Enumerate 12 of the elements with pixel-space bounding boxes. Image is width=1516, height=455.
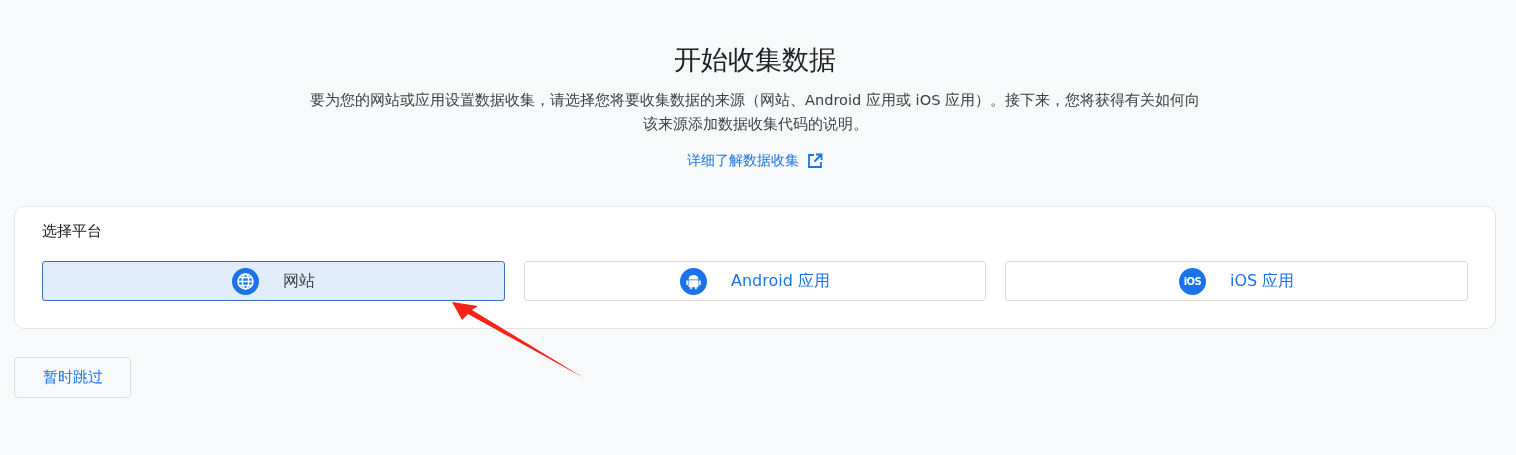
platform-button[interactable]: iOS iOS 应用: [1005, 261, 1468, 301]
ios-icon: iOS: [1179, 267, 1206, 295]
page-title: 开始收集数据: [674, 43, 836, 77]
skip-button[interactable]: 暂时跳过: [14, 357, 131, 398]
description-text: 要为您的网站或应用设置数据收集，请选择您将要收集数据的来源（网站、Android 应用或 iOS 应用）。接下来，您将获得有关如何向该来源添加数据收集代码的说明。: [308, 90, 1202, 134]
platform-button[interactable]: Android 应用: [523, 261, 987, 301]
learn-more-link[interactable]: 详细了解数据收集: [687, 152, 823, 170]
globe-icon: [231, 267, 259, 295]
android-icon: [680, 267, 707, 295]
platform-button[interactable]: 网站: [42, 261, 505, 301]
platform-heading: 选择平台: [42, 221, 103, 242]
external-link-icon: [807, 153, 823, 169]
